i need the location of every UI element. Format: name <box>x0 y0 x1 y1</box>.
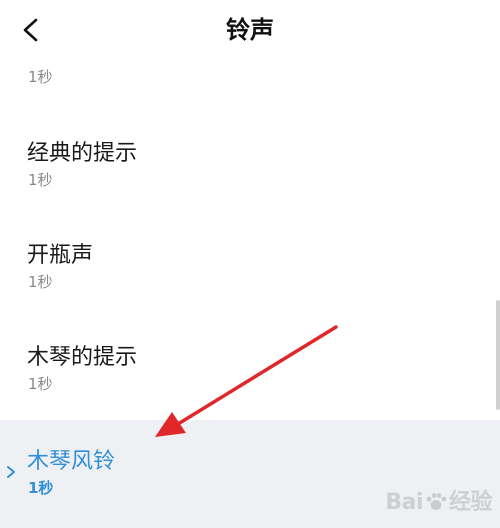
paw-icon <box>426 493 447 510</box>
ringtone-name: 开瓶声 <box>27 243 94 268</box>
watermark: Bai 经验 <box>385 484 492 516</box>
watermark-text-right: 经验 <box>448 490 493 515</box>
ringtone-duration: 1秒 <box>28 68 53 86</box>
ringtone-duration: 1秒 <box>28 273 53 291</box>
ringtone-item[interactable]: 开瓶声 1秒 <box>0 202 500 304</box>
ringtone-item[interactable]: 经典的提示 1秒 <box>0 100 500 202</box>
chevron-right-icon <box>7 466 15 478</box>
ringtone-duration: 1秒 <box>28 171 53 189</box>
ringtone-name: 木琴风铃 <box>27 449 116 474</box>
ringtone-item[interactable]: 木琴的提示 1秒 <box>0 304 500 420</box>
ringtone-duration: 1秒 <box>28 375 53 393</box>
ringtone-name: 经典的提示 <box>27 141 138 166</box>
ringtone-name: 木琴的提示 <box>27 345 138 370</box>
watermark-text-left: Bai <box>385 490 423 515</box>
ringtone-item[interactable]: 1秒 <box>0 30 500 100</box>
ringtone-duration: 1秒 <box>28 479 54 497</box>
scrollbar[interactable] <box>496 300 500 410</box>
